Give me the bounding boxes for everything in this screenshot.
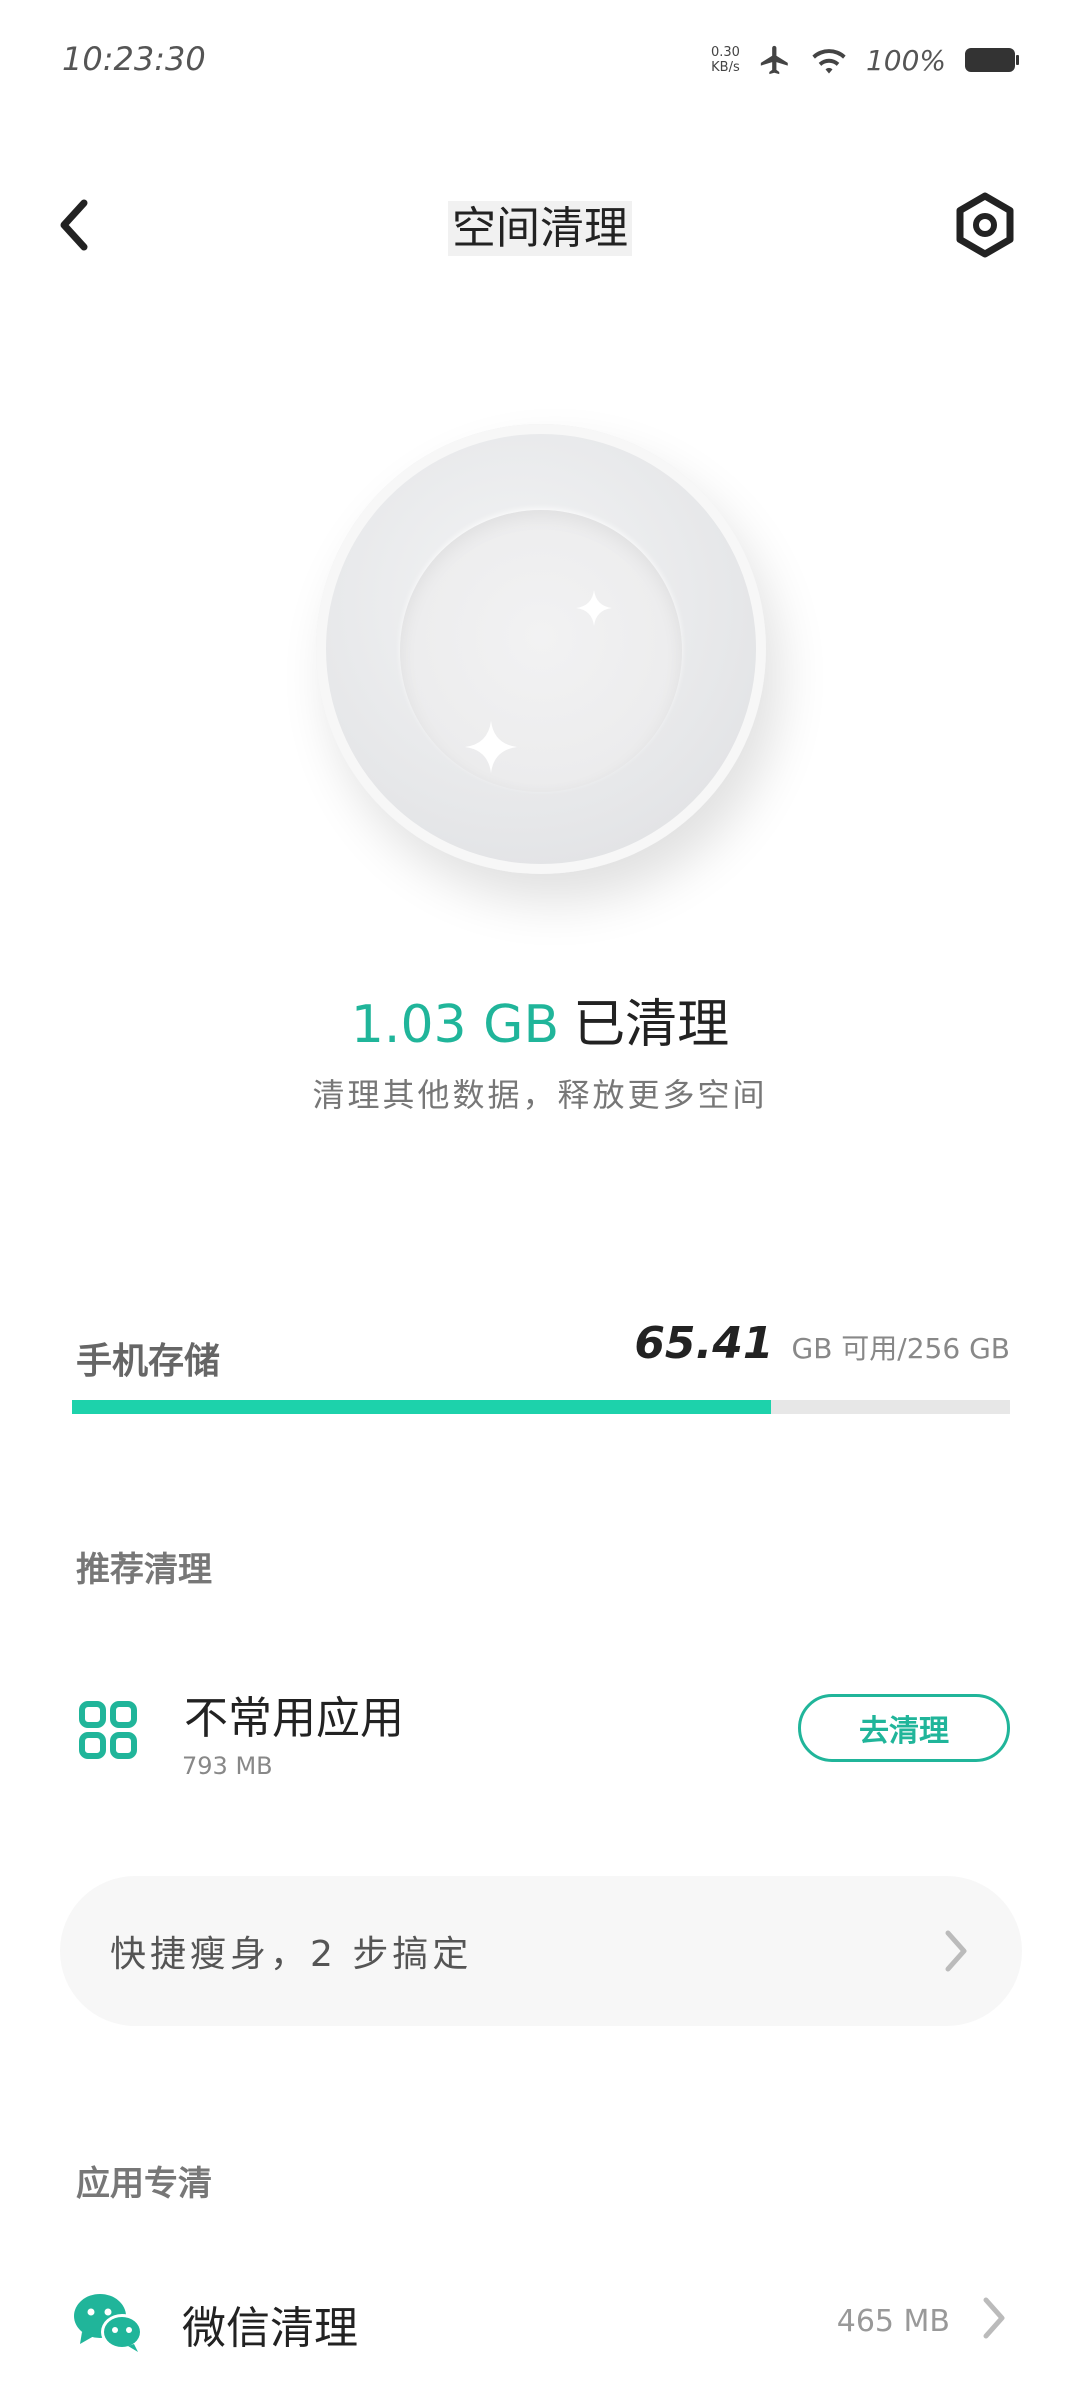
sparkle-icon: [576, 590, 612, 626]
storage-progress-fill: [72, 1400, 771, 1414]
quick-slim-card[interactable]: 快捷瘦身，2 步搞定: [60, 1876, 1022, 2026]
wechat-chevron-button[interactable]: [978, 2294, 1018, 2344]
section-title-recommend: 推荐清理: [76, 1550, 212, 1590]
storage-label: 手机存储: [76, 1341, 221, 1382]
status-time: 10:23:30: [62, 40, 206, 78]
cleaned-amount: 1.03 GB: [350, 995, 560, 1055]
wifi-icon: [812, 49, 846, 74]
battery-icon: [965, 48, 1019, 72]
storage-value: 65.41 GB 可用/256 GB: [634, 1318, 1010, 1369]
status-icons: 0.30 KB/s 100%: [711, 38, 1020, 82]
net-speed-value: 0.30: [710, 45, 740, 60]
chevron-right-icon: [983, 2297, 1005, 2339]
apps-grid-icon: [78, 1700, 138, 1760]
settings-button[interactable]: [950, 190, 1020, 260]
storage-total: GB 可用/256 GB: [791, 1332, 1011, 1365]
page-title: 空间清理: [0, 192, 1080, 256]
section-title-app-specific: 应用专清: [76, 2164, 212, 2204]
storage-available: 65.41: [634, 1318, 774, 1369]
cleaned-label: 已清理: [573, 995, 730, 1055]
wechat-clean-title[interactable]: 微信清理: [182, 2292, 358, 2356]
chevron-right-icon: [945, 1930, 967, 1972]
airplane-icon: [760, 45, 788, 75]
net-speed-unit: KB/s: [711, 60, 740, 75]
cleaned-summary: 1.03 GB 已清理: [0, 982, 1080, 1057]
wechat-clean-size: 465 MB: [836, 2304, 950, 2339]
settings-gear-icon: [956, 192, 1014, 258]
cleaned-subtitle: 清理其他数据，释放更多空间: [312, 1076, 768, 1114]
sparkle-icon: [464, 720, 518, 774]
unused-apps-size: 793 MB: [182, 1752, 273, 1780]
go-clean-button[interactable]: 去清理: [798, 1694, 1010, 1762]
quick-slim-text: 快捷瘦身，2 步搞定: [110, 1934, 473, 1975]
unused-apps-title[interactable]: 不常用应用: [184, 1682, 404, 1746]
battery-percent: 100%: [865, 43, 946, 77]
wechat-icon: [72, 2290, 144, 2354]
page-title-text: 空间清理: [448, 201, 632, 256]
net-speed: 0.30 KB/s: [711, 45, 740, 75]
storage-progress-bar: [72, 1400, 1010, 1414]
bowl-inner: [400, 510, 682, 792]
